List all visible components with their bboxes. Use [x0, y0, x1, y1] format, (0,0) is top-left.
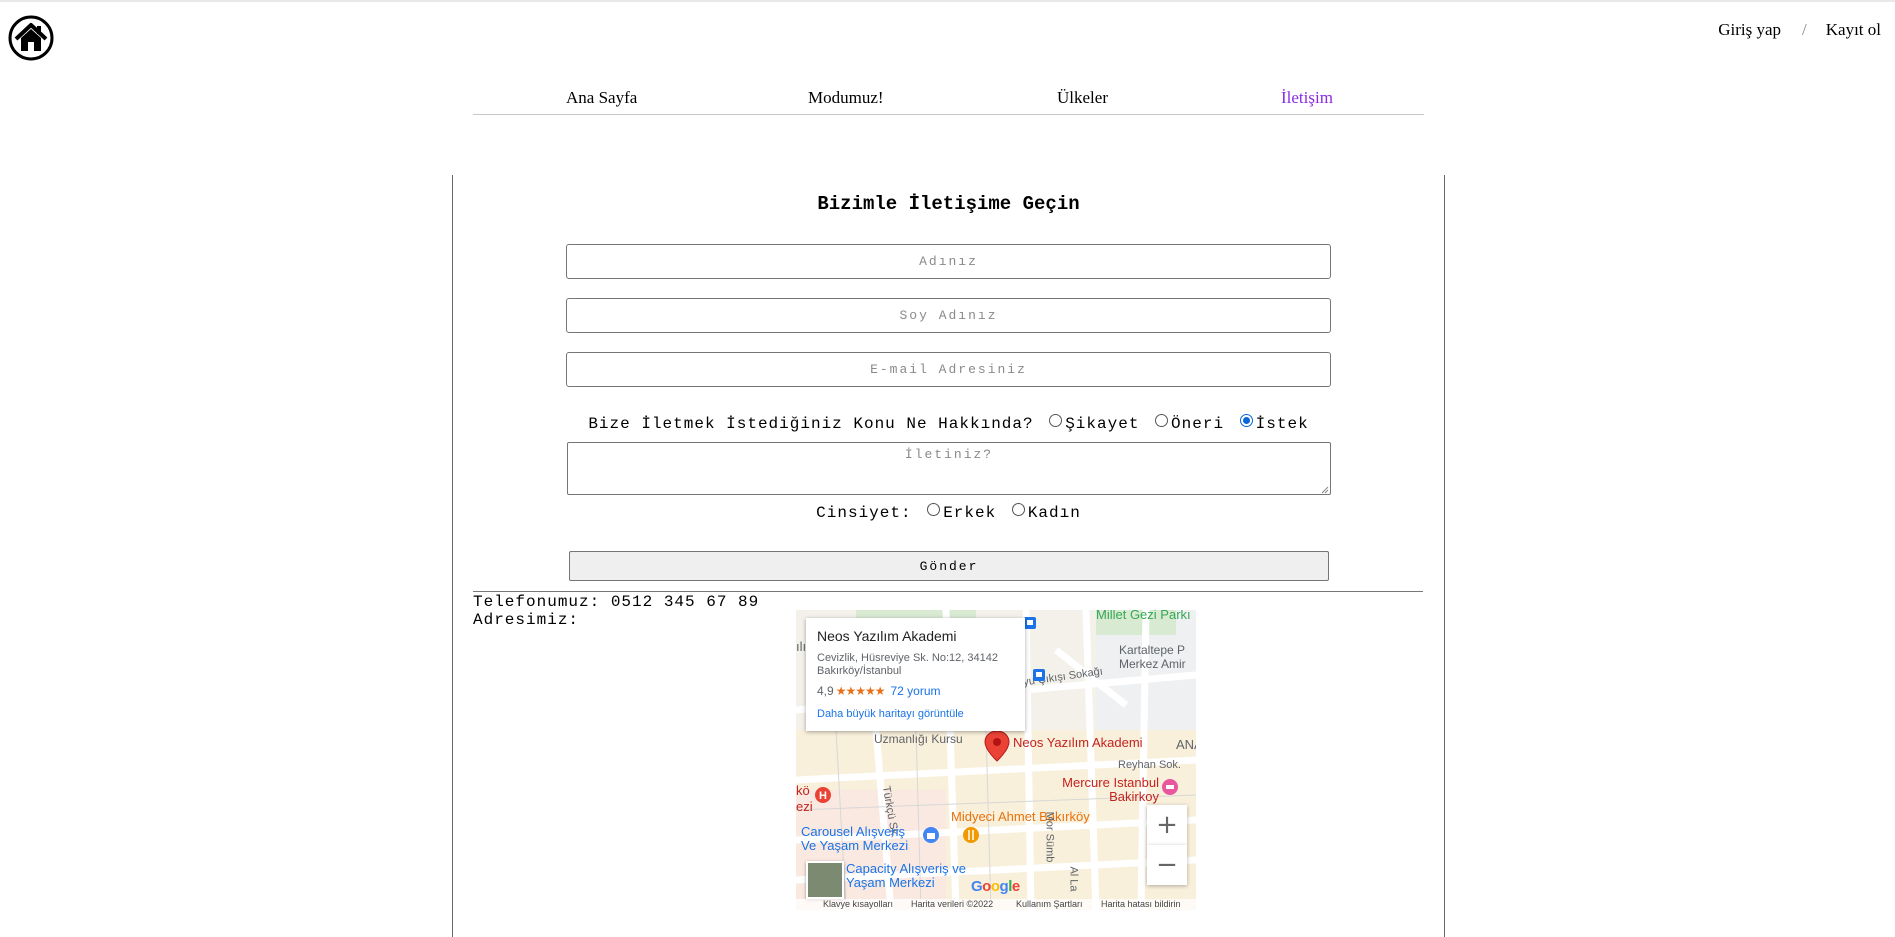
map-label-carousel: Carousel Alışveriş Ve Yaşam Merkezi [801, 824, 909, 853]
gender-radio-male[interactable] [927, 503, 941, 516]
main-nav: Ana Sayfa Modumuz! Ülkeler İletişim [473, 88, 1424, 115]
map-label-left1: ılı [796, 639, 807, 654]
contact-info: Telefonumuz: 0512 345 67 89 Adresimiz: [473, 593, 759, 629]
map-label-left2: kö [796, 783, 810, 798]
resize-handle-icon[interactable] [1319, 484, 1329, 494]
svg-text:H: H [819, 790, 827, 802]
topic-question: Bize İletmek İstediğiniz Konu Ne Hakkınd… [588, 415, 1034, 433]
auth-separator: / [1802, 20, 1807, 39]
map-label-mor: Mor Sümb [1043, 811, 1056, 863]
bus-stop-icon-2[interactable] [1032, 668, 1046, 682]
satellite-toggle[interactable] [806, 861, 844, 899]
gender-row: Cinsiyet: Erkek Kadın [453, 503, 1444, 522]
email-input[interactable] [566, 352, 1331, 387]
first-name-input[interactable] [566, 244, 1331, 279]
map-label-reyhan: Reyhan Sok. [1118, 759, 1181, 771]
terms-link[interactable]: Kullanım Şartları [1016, 899, 1083, 909]
map-data-text: Harita verileri ©2022 [911, 899, 994, 909]
map-label-ali: Al La [1067, 866, 1080, 892]
section-divider [473, 591, 1423, 592]
map-embed[interactable]: Millet Gezi Parkı Kartaltepe P Merkez Am… [796, 610, 1196, 910]
place-rating-row: 4,9 ★★★★★ 72 yorum [817, 684, 1014, 698]
hotel-icon[interactable] [1161, 778, 1179, 796]
gender-label-female: Kadın [1027, 504, 1081, 522]
google-logo: Google [971, 878, 1020, 895]
submit-button[interactable]: Gönder [569, 551, 1329, 581]
home-icon[interactable] [8, 15, 54, 61]
map-label-left3: ezi [796, 799, 813, 814]
larger-map-link[interactable]: Daha büyük haritayı görüntüle [817, 708, 1014, 720]
topic-radio-suggestion[interactable] [1155, 414, 1169, 427]
reviews-link[interactable]: 72 yorum [890, 684, 940, 698]
top-border [0, 0, 1895, 2]
map-attribution: Klavye kısayolları Harita verileri ©2022… [796, 899, 1196, 910]
map-label-park: Millet Gezi Parkı [1096, 610, 1191, 622]
auth-links: Giriş yap / Kayıt ol [1718, 20, 1881, 40]
address-label: Adresimiz: [473, 611, 580, 629]
topic-label-complaint: Şikayet [1065, 415, 1140, 433]
map-label-midyeci: Midyeci Ahmet Bakırköy [951, 809, 1090, 824]
map-label-ana: ANA [1176, 737, 1196, 752]
register-link[interactable]: Kayıt ol [1826, 20, 1881, 40]
shopping-icon[interactable] [922, 826, 940, 844]
topic-row: Bize İletmek İstediğiniz Konu Ne Hakkınd… [453, 414, 1444, 433]
zoom-out-button[interactable]: − [1147, 845, 1187, 885]
topic-radio-complaint[interactable] [1049, 414, 1063, 427]
nav-item-modumuz[interactable]: Modumuz! [808, 88, 884, 108]
topic-radio-request[interactable] [1239, 414, 1253, 427]
last-name-input[interactable] [566, 298, 1331, 333]
hospital-icon[interactable]: H [814, 786, 832, 804]
gender-radio-female[interactable] [1011, 503, 1025, 516]
restaurant-icon[interactable] [962, 826, 980, 844]
nav-item-home[interactable]: Ana Sayfa [566, 88, 637, 108]
place-rating: 4,9 [817, 684, 834, 698]
topic-label-suggestion: Öneri [1171, 415, 1225, 433]
map-label-capacity: Capacity Alışveriş ve Yaşam Merkezi [846, 861, 966, 890]
rating-stars-icon: ★★★★★ [835, 684, 886, 698]
report-error-link[interactable]: Harita hatası bildirin [1101, 899, 1181, 909]
message-textarea[interactable] [567, 442, 1331, 495]
map-label-kartaltepe: Kartaltepe P Merkez Amir [1119, 643, 1186, 671]
gender-label-male: Erkek [943, 504, 997, 522]
map-label-course: Uzmanlığı Kursu [874, 732, 963, 746]
nav-item-countries[interactable]: Ülkeler [1057, 88, 1108, 108]
keyboard-shortcuts-link[interactable]: Klavye kısayolları [823, 899, 893, 909]
gender-label: Cinsiyet: [816, 504, 912, 522]
topic-label-request: İstek [1255, 415, 1309, 433]
place-name: Neos Yazılım Akademi [817, 628, 957, 644]
place-info-card: Neos Yazılım Akademi Cevizlik, Hüsreviye… [806, 618, 1025, 731]
map-label-mercure: Mercure Istanbul Bakirkoy [1062, 775, 1159, 804]
place-address: Cevizlik, Hüsreviye Sk. No:12, 34142 Bak… [817, 652, 998, 677]
contact-panel: Bizimle İletişime Geçin Bize İletmek İst… [452, 175, 1445, 937]
map-label-pin: Neos Yazılım Akademi [1013, 735, 1143, 750]
login-link[interactable]: Giriş yap [1718, 20, 1781, 40]
bus-stop-icon[interactable] [1023, 616, 1037, 630]
phone-text: Telefonumuz: 0512 345 67 89 [473, 593, 760, 611]
page-title: Bizimle İletişime Geçin [817, 193, 1080, 215]
zoom-in-button[interactable]: + [1147, 805, 1187, 845]
map-pin-icon[interactable] [984, 730, 1010, 762]
nav-item-contact[interactable]: İletişim [1281, 88, 1333, 108]
